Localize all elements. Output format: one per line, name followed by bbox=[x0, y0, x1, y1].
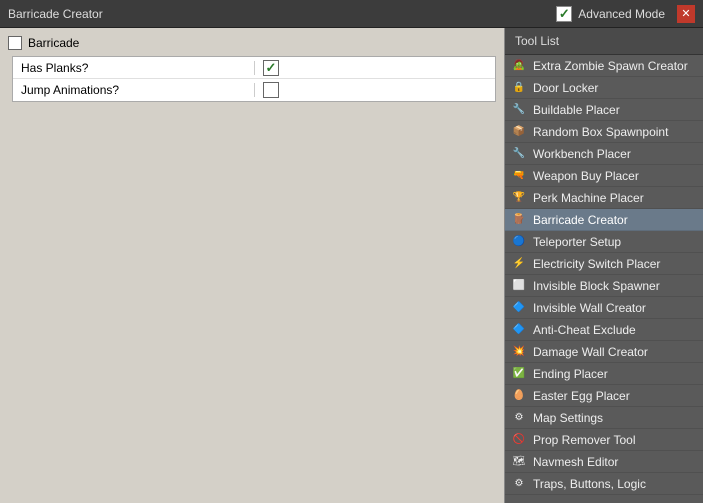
buildable-placer-icon: 🔧 bbox=[511, 102, 527, 118]
tool-label-perk-machine-placer: Perk Machine Placer bbox=[533, 191, 644, 205]
tool-item-buildable-placer[interactable]: 🔧 Buildable Placer bbox=[505, 99, 703, 121]
tool-item-traps-buttons-logic[interactable]: ⚙ Traps, Buttons, Logic bbox=[505, 473, 703, 495]
tool-item-damage-wall-creator[interactable]: 💥 Damage Wall Creator bbox=[505, 341, 703, 363]
door-locker-icon: 🔒 bbox=[511, 80, 527, 96]
tool-item-map-settings[interactable]: ⚙ Map Settings bbox=[505, 407, 703, 429]
tool-label-buildable-placer: Buildable Placer bbox=[533, 103, 620, 117]
perk-machine-placer-icon: 🏆 bbox=[511, 190, 527, 206]
tool-label-prop-remover-tool: Prop Remover Tool bbox=[533, 433, 636, 447]
advanced-mode-label: Advanced Mode bbox=[578, 7, 665, 21]
prop-row: Jump Animations? bbox=[13, 79, 495, 101]
tool-label-electricity-switch-placer: Electricity Switch Placer bbox=[533, 257, 660, 271]
tool-label-workbench-placer: Workbench Placer bbox=[533, 147, 631, 161]
tool-item-invisible-block-spawner[interactable]: ⬜ Invisible Block Spawner bbox=[505, 275, 703, 297]
traps-buttons-logic-icon: ⚙ bbox=[511, 476, 527, 492]
tool-item-electricity-switch-placer[interactable]: ⚡ Electricity Switch Placer bbox=[505, 253, 703, 275]
advanced-mode-checkbox[interactable] bbox=[556, 6, 572, 22]
group-checkbox[interactable] bbox=[8, 36, 22, 50]
tool-label-navmesh-editor: Navmesh Editor bbox=[533, 455, 618, 469]
tool-label-barricade-creator: Barricade Creator bbox=[533, 213, 628, 227]
prop-checkbox[interactable] bbox=[263, 60, 279, 76]
map-settings-icon: ⚙ bbox=[511, 410, 527, 426]
tool-label-anti-cheat-exclude: Anti-Cheat Exclude bbox=[533, 323, 636, 337]
tool-item-navmesh-editor[interactable]: 🗺 Navmesh Editor bbox=[505, 451, 703, 473]
group-label: Barricade bbox=[28, 36, 79, 50]
group-header: Barricade bbox=[8, 36, 496, 50]
tool-item-ending-placer[interactable]: ✅ Ending Placer bbox=[505, 363, 703, 385]
electricity-switch-placer-icon: ⚡ bbox=[511, 256, 527, 272]
tool-label-weapon-buy-placer: Weapon Buy Placer bbox=[533, 169, 639, 183]
tool-item-perk-machine-placer[interactable]: 🏆 Perk Machine Placer bbox=[505, 187, 703, 209]
prop-value bbox=[255, 60, 495, 76]
tool-label-teleporter-setup: Teleporter Setup bbox=[533, 235, 621, 249]
advanced-mode-toggle[interactable]: Advanced Mode bbox=[556, 6, 665, 22]
main-content: Barricade Has Planks? Jump Animations? To… bbox=[0, 28, 703, 503]
tool-list-header: Tool List bbox=[505, 28, 703, 55]
invisible-wall-creator-icon: 🔷 bbox=[511, 300, 527, 316]
tool-label-door-locker: Door Locker bbox=[533, 81, 598, 95]
tool-label-damage-wall-creator: Damage Wall Creator bbox=[533, 345, 648, 359]
extra-zombie-spawn-creator-icon: 🧟 bbox=[511, 58, 527, 74]
prop-remover-tool-icon: 🚫 bbox=[511, 432, 527, 448]
tool-item-anti-cheat-exclude[interactable]: 🔷 Anti-Cheat Exclude bbox=[505, 319, 703, 341]
anti-cheat-exclude-icon: 🔷 bbox=[511, 322, 527, 338]
barricade-group: Barricade Has Planks? Jump Animations? bbox=[0, 28, 504, 110]
tool-item-barricade-creator[interactable]: 🪵 Barricade Creator bbox=[505, 209, 703, 231]
tool-item-weapon-buy-placer[interactable]: 🔫 Weapon Buy Placer bbox=[505, 165, 703, 187]
tool-item-random-box-spawnpoint[interactable]: 📦 Random Box Spawnpoint bbox=[505, 121, 703, 143]
tool-label-ending-placer: Ending Placer bbox=[533, 367, 608, 381]
prop-row: Has Planks? bbox=[13, 57, 495, 79]
easter-egg-placer-icon: 🥚 bbox=[511, 388, 527, 404]
tool-list-scroll[interactable]: 🧟 Extra Zombie Spawn Creator 🔒 Door Locker 🔧… bbox=[505, 55, 703, 503]
right-panel: Tool List 🧟 Extra Zombie Spawn Creator 🔒 Do… bbox=[505, 28, 703, 503]
window-title: Barricade Creator bbox=[8, 7, 556, 21]
tool-label-random-box-spawnpoint: Random Box Spawnpoint bbox=[533, 125, 668, 139]
tool-label-invisible-block-spawner: Invisible Block Spawner bbox=[533, 279, 660, 293]
invisible-block-spawner-icon: ⬜ bbox=[511, 278, 527, 294]
tool-item-invisible-wall-creator[interactable]: 🔷 Invisible Wall Creator bbox=[505, 297, 703, 319]
weapon-buy-placer-icon: 🔫 bbox=[511, 168, 527, 184]
random-box-spawnpoint-icon: 📦 bbox=[511, 124, 527, 140]
workbench-placer-icon: 🔧 bbox=[511, 146, 527, 162]
left-panel: Barricade Has Planks? Jump Animations? bbox=[0, 28, 505, 503]
navmesh-editor-icon: 🗺 bbox=[511, 454, 527, 470]
properties-table: Has Planks? Jump Animations? bbox=[12, 56, 496, 102]
tool-item-teleporter-setup[interactable]: 🔵 Teleporter Setup bbox=[505, 231, 703, 253]
prop-label: Has Planks? bbox=[13, 61, 255, 75]
ending-placer-icon: ✅ bbox=[511, 366, 527, 382]
tool-label-extra-zombie-spawn-creator: Extra Zombie Spawn Creator bbox=[533, 59, 688, 73]
prop-value bbox=[255, 82, 495, 98]
barricade-creator-icon: 🪵 bbox=[511, 212, 527, 228]
tool-label-invisible-wall-creator: Invisible Wall Creator bbox=[533, 301, 646, 315]
tool-item-easter-egg-placer[interactable]: 🥚 Easter Egg Placer bbox=[505, 385, 703, 407]
tool-label-traps-buttons-logic: Traps, Buttons, Logic bbox=[533, 477, 646, 491]
teleporter-setup-icon: 🔵 bbox=[511, 234, 527, 250]
damage-wall-creator-icon: 💥 bbox=[511, 344, 527, 360]
tool-item-extra-zombie-spawn-creator[interactable]: 🧟 Extra Zombie Spawn Creator bbox=[505, 55, 703, 77]
tool-item-workbench-placer[interactable]: 🔧 Workbench Placer bbox=[505, 143, 703, 165]
prop-checkbox[interactable] bbox=[263, 82, 279, 98]
tool-item-prop-remover-tool[interactable]: 🚫 Prop Remover Tool bbox=[505, 429, 703, 451]
tool-item-door-locker[interactable]: 🔒 Door Locker bbox=[505, 77, 703, 99]
tool-label-easter-egg-placer: Easter Egg Placer bbox=[533, 389, 630, 403]
prop-label: Jump Animations? bbox=[13, 83, 255, 97]
tool-label-map-settings: Map Settings bbox=[533, 411, 603, 425]
close-button[interactable]: ✕ bbox=[677, 5, 695, 23]
top-bar: Barricade Creator Advanced Mode ✕ bbox=[0, 0, 703, 28]
